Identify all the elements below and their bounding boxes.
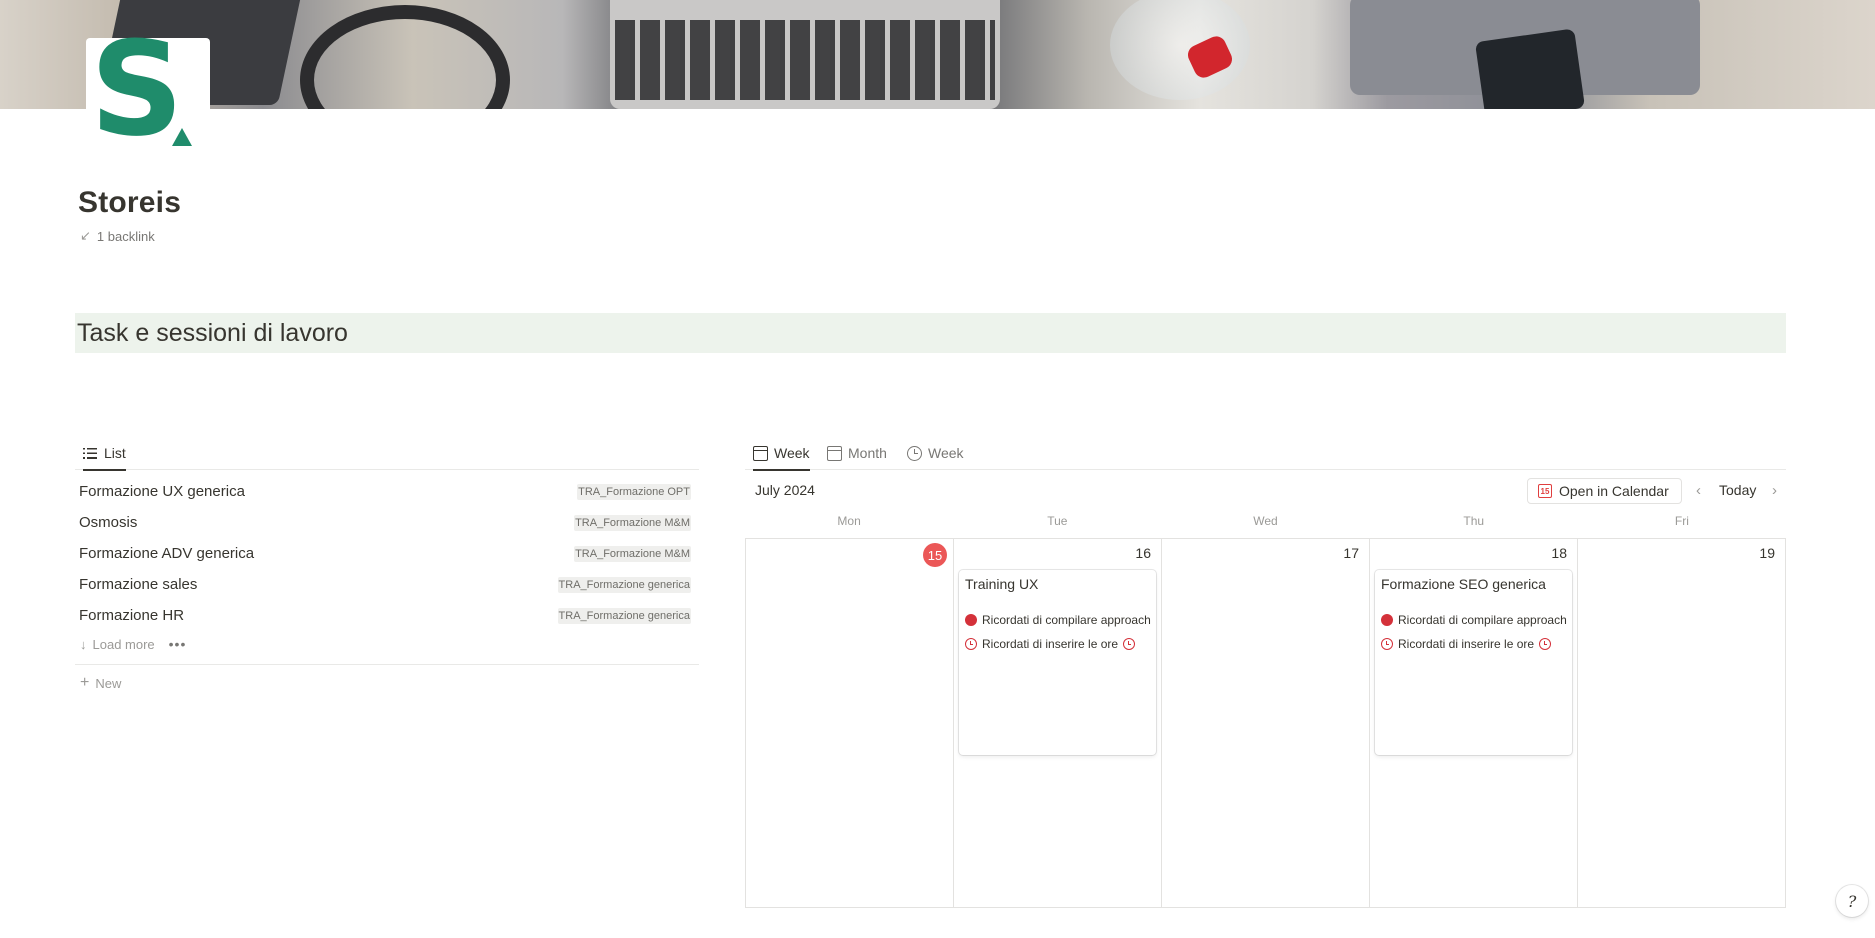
tab-week-timeline[interactable]: Week	[907, 436, 964, 470]
weekday-label: Tue	[1047, 514, 1068, 528]
list-item-tag: TRA_Formazione OPT	[577, 483, 691, 500]
weekday-label: Wed	[1253, 514, 1278, 528]
alarm-clock-icon	[1539, 638, 1552, 650]
clock-icon	[907, 445, 922, 461]
list-item[interactable]: Formazione UX generica TRA_Formazione OP…	[75, 476, 699, 507]
day-number: 16	[1135, 545, 1151, 561]
calendar-icon	[753, 445, 768, 461]
event-title: Formazione SEO generica	[1381, 576, 1546, 592]
reminder-text: Ricordati di compilare approach	[1398, 613, 1567, 627]
list-item[interactable]: Formazione HR TRA_Formazione generica	[75, 600, 699, 631]
red-circle-icon	[1381, 614, 1393, 626]
new-item-button[interactable]: + New	[80, 675, 121, 691]
month-label: July 2024	[755, 482, 815, 498]
event-card[interactable]: Formazione SEO generica Ricordati di com…	[1375, 570, 1572, 755]
reminder-text: Ricordati di compilare approach	[982, 613, 1151, 627]
list-item-tag: TRA_Formazione generica	[557, 607, 691, 624]
tab-month-label: Month	[848, 445, 887, 461]
load-more-button[interactable]: ↓ Load more •••	[80, 636, 186, 652]
backlink-label: 1 backlink	[96, 228, 155, 244]
event-title: Training UX	[965, 576, 1039, 592]
cover-headphones	[300, 5, 510, 109]
logo-triangle-icon	[172, 128, 192, 146]
list-view-tabbar: List	[75, 436, 699, 471]
tab-month[interactable]: Month	[827, 436, 887, 470]
tab-week-timeline-label: Week	[928, 445, 964, 461]
calendar-view-tabbar: Week Month Week	[745, 436, 1786, 471]
event-reminder: Ricordati di inserire le ore	[1381, 637, 1552, 651]
today-date-badge: 15	[923, 543, 947, 567]
list-item-name: Formazione sales	[79, 576, 198, 593]
page-icon-logo[interactable]: S	[86, 24, 210, 154]
list-icon	[83, 446, 98, 461]
event-reminder: Ricordati di compilare approach	[965, 613, 1151, 627]
section-heading-block[interactable]: Task e sessioni di lavoro	[75, 313, 1786, 353]
list-item[interactable]: Osmosis TRA_Formazione M&M	[75, 507, 699, 538]
day-cell-fri[interactable]: 19	[1578, 539, 1786, 907]
tab-list[interactable]: List	[83, 436, 126, 471]
logo-letter: S	[90, 13, 184, 165]
cover-keyboard-keys	[615, 20, 995, 100]
reminder-text: Ricordati di inserire le ore	[982, 637, 1119, 651]
alarm-clock-icon	[1123, 638, 1136, 650]
tab-list-label: List	[104, 445, 126, 461]
help-button[interactable]: ?	[1836, 885, 1868, 917]
list-item-name: Formazione UX generica	[79, 483, 245, 500]
tab-week-label: Week	[774, 445, 810, 461]
plus-icon: +	[80, 674, 90, 691]
calendar-icon	[827, 445, 842, 461]
list-item-tag: TRA_Formazione generica	[557, 576, 691, 593]
list-item[interactable]: Formazione ADV generica TRA_Formazione M…	[75, 538, 699, 569]
weekday-label: Mon	[837, 514, 861, 528]
calendar-header: July 2024 15 Open in Calendar ‹ Today ›	[745, 476, 1786, 506]
section-heading-text: Task e sessioni di lavoro	[77, 319, 348, 347]
list-rows: Formazione UX generica TRA_Formazione OP…	[75, 476, 699, 631]
arrow-down-icon: ↓	[80, 636, 87, 652]
event-reminder: Ricordati di inserire le ore	[965, 637, 1136, 651]
chevron-right-icon[interactable]: ›	[1772, 482, 1777, 499]
list-item-name: Formazione ADV generica	[79, 545, 255, 562]
list-item[interactable]: Formazione sales TRA_Formazione generica	[75, 569, 699, 600]
load-more-label: Load more	[92, 636, 155, 652]
reminder-text: Ricordati di inserire le ore	[1398, 637, 1535, 651]
day-number: 17	[1343, 545, 1359, 561]
red-circle-icon	[965, 614, 977, 626]
arrow-down-left-icon: ↙	[80, 228, 91, 243]
chevron-left-icon[interactable]: ‹	[1696, 482, 1701, 499]
weekday-label: Thu	[1463, 514, 1485, 528]
event-card[interactable]: Training UX Ricordati di compilare appro…	[959, 570, 1156, 755]
day-number: 18	[1551, 545, 1567, 561]
weekday-label: Fri	[1674, 514, 1689, 528]
day-cell-thu[interactable]: 18 Formazione SEO generica Ricordati di …	[1370, 539, 1578, 907]
day-cell-tue[interactable]: 16 Training UX Ricordati di compilare ap…	[954, 539, 1162, 907]
day-cell-mon[interactable]: 15	[746, 539, 954, 907]
open-in-calendar-label: Open in Calendar	[1559, 483, 1669, 499]
event-reminder: Ricordati di compilare approach	[1381, 613, 1567, 627]
weekday-header-row: Mon Tue Wed Thu Fri	[745, 514, 1786, 534]
help-icon: ?	[1847, 891, 1857, 911]
tab-week[interactable]: Week	[753, 436, 810, 471]
alarm-clock-icon	[965, 638, 977, 650]
list-divider	[75, 664, 699, 665]
list-item-name: Formazione HR	[79, 607, 185, 624]
cover-image	[0, 0, 1875, 109]
backlink-link[interactable]: ↙ 1 backlink	[80, 228, 155, 244]
open-in-calendar-button[interactable]: 15 Open in Calendar	[1527, 478, 1682, 504]
calendar-app-icon: 15	[1538, 484, 1552, 498]
list-item-name: Osmosis	[79, 514, 138, 531]
page-title[interactable]: Storeis	[78, 186, 181, 220]
today-button[interactable]: Today	[1719, 482, 1756, 498]
day-number: 19	[1759, 545, 1775, 561]
list-item-tag: TRA_Formazione M&M	[574, 514, 691, 531]
week-grid: 15 16 Training UX Ricordati di compilare…	[745, 538, 1786, 908]
day-cell-wed[interactable]: 17	[1162, 539, 1370, 907]
list-item-tag: TRA_Formazione M&M	[574, 545, 691, 562]
new-item-label: New	[95, 675, 122, 691]
cover-phone	[1474, 28, 1586, 109]
more-options-icon[interactable]: •••	[169, 636, 187, 652]
alarm-clock-icon	[1381, 638, 1393, 650]
